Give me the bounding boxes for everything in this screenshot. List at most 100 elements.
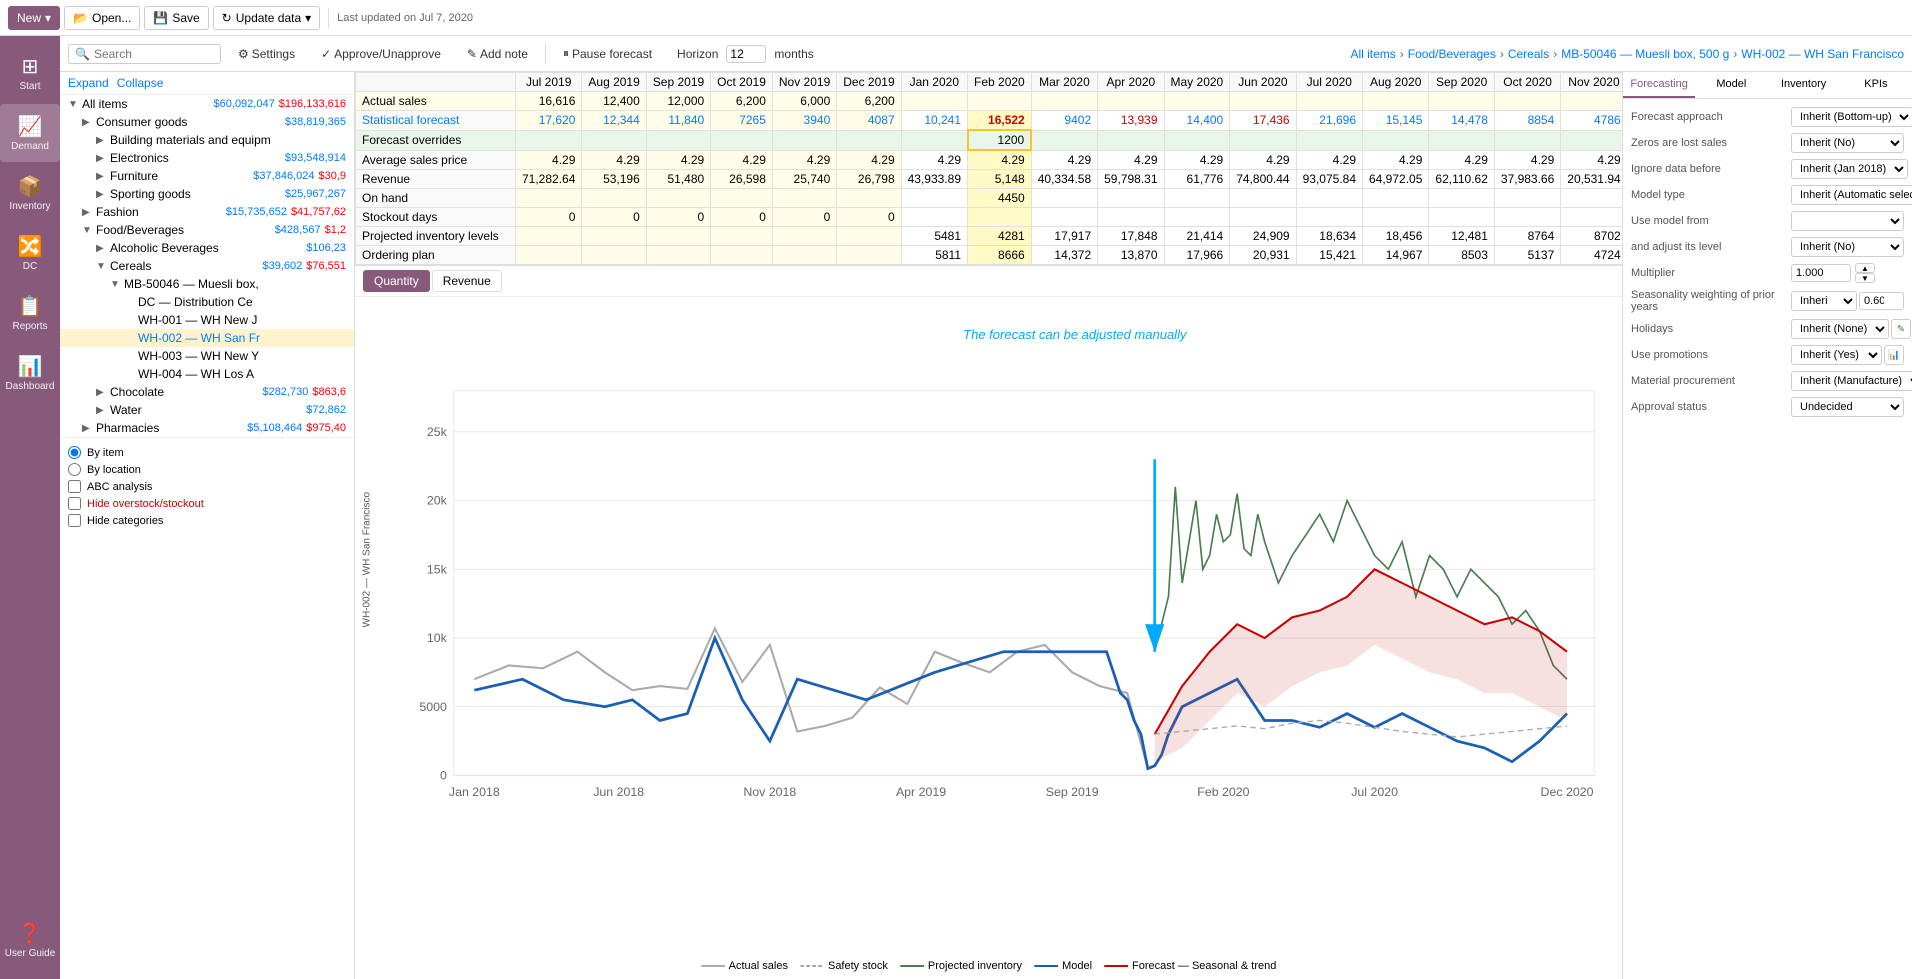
- multiplier-up-btn[interactable]: ▲: [1855, 263, 1875, 273]
- check-categories-input[interactable]: [68, 514, 81, 527]
- col-jul2019: Jul 2019: [516, 73, 582, 92]
- update-dropdown-icon[interactable]: ▾: [305, 11, 311, 25]
- radio-by-item-input[interactable]: [68, 446, 81, 459]
- tree-toggle-alcoholic[interactable]: ▶: [96, 243, 110, 254]
- tree-row-chocolate[interactable]: ▶ Chocolate $282,730 $863,6: [60, 383, 354, 401]
- chart-tab-quantity[interactable]: Quantity: [363, 270, 430, 292]
- tree-row-mb50046[interactable]: ▼ MB-50046 — Muesli box,: [60, 275, 354, 293]
- radio-by-location[interactable]: By location: [68, 463, 346, 476]
- field-zeros-label: Zeros are lost sales: [1631, 137, 1791, 149]
- update-data-button[interactable]: ↻ Update data ▾: [213, 6, 320, 30]
- tree-row-pharmacies[interactable]: ▶ Pharmacies $5,108,464 $975,40: [60, 419, 354, 437]
- breadcrumb-all-items[interactable]: All items: [1350, 47, 1395, 61]
- approval-select[interactable]: Undecided: [1791, 397, 1904, 417]
- sidebar-item-dc[interactable]: 🔀 DC: [0, 224, 60, 282]
- check-categories[interactable]: Hide categories: [68, 514, 346, 527]
- sidebar-item-dashboard[interactable]: 📊 Dashboard: [0, 344, 60, 402]
- sidebar-item-inventory[interactable]: 📦 Inventory: [0, 164, 60, 222]
- tree-row-fashion[interactable]: ▶ Fashion $15,735,652 $41,757,62: [60, 203, 354, 221]
- search-input[interactable]: [94, 47, 214, 61]
- tree-toggle-consumer[interactable]: ▶: [82, 117, 96, 128]
- dropdown-arrow-icon[interactable]: ▾: [45, 11, 51, 25]
- search-box[interactable]: 🔍: [68, 44, 221, 64]
- tree-toggle-water[interactable]: ▶: [96, 405, 110, 416]
- right-tab-inventory[interactable]: Inventory: [1768, 72, 1840, 98]
- tree-row-wh002[interactable]: WH-002 — WH San Fr: [60, 329, 354, 347]
- tree-toggle-building[interactable]: ▶: [96, 135, 110, 146]
- data-grid-wrap[interactable]: Jul 2019 Aug 2019 Sep 2019 Oct 2019 Nov …: [355, 72, 1622, 266]
- holidays-select[interactable]: Inherit (None): [1791, 319, 1889, 339]
- seasonality-select[interactable]: Inheri: [1791, 291, 1857, 311]
- tree-row-cereals[interactable]: ▼ Cereals $39,602 $76,551: [60, 257, 354, 275]
- tree-toggle-fashion[interactable]: ▶: [82, 207, 96, 218]
- tree-toggle-pharmacies[interactable]: ▶: [82, 423, 96, 434]
- breadcrumb-cereals[interactable]: Cereals: [1508, 47, 1549, 61]
- use-model-select[interactable]: [1791, 211, 1904, 231]
- approve-button[interactable]: ✓ Approve/Unapprove: [312, 43, 450, 65]
- sidebar-item-start[interactable]: ⊞ Start: [0, 44, 60, 102]
- field-holidays-control: Inherit (None) ✎: [1791, 319, 1911, 339]
- sidebar-item-user-guide[interactable]: ❓ User Guide: [1, 911, 60, 969]
- add-note-button[interactable]: ✎ Add note: [458, 43, 537, 65]
- field-holidays: Holidays Inherit (None) ✎: [1631, 319, 1904, 339]
- collapse-link[interactable]: Collapse: [117, 76, 164, 90]
- tree-row-alcoholic[interactable]: ▶ Alcoholic Beverages $106,23: [60, 239, 354, 257]
- save-button[interactable]: 💾 Save: [144, 6, 208, 30]
- tree-row-wh001[interactable]: WH-001 — WH New J: [60, 311, 354, 329]
- tree-row-wh003[interactable]: WH-003 — WH New Y: [60, 347, 354, 365]
- tree-toggle-chocolate[interactable]: ▶: [96, 387, 110, 398]
- zeros-select[interactable]: Inherit (No): [1791, 133, 1904, 153]
- tree-row-electronics[interactable]: ▶ Electronics $93,548,914: [60, 149, 354, 167]
- chart-tab-revenue[interactable]: Revenue: [432, 270, 502, 292]
- check-abc-input[interactable]: [68, 480, 81, 493]
- tree-toggle-mb50046[interactable]: ▼: [110, 279, 124, 290]
- radio-by-item[interactable]: By item: [68, 446, 346, 459]
- new-button[interactable]: New ▾: [8, 6, 60, 30]
- sidebar-item-reports[interactable]: 📋 Reports: [0, 284, 60, 342]
- right-tab-model[interactable]: Model: [1695, 72, 1767, 98]
- open-button[interactable]: 📂 Open...: [64, 6, 140, 30]
- tree-row-dc[interactable]: DC — Distribution Ce: [60, 293, 354, 311]
- legend-safety-label: Safety stock: [828, 960, 888, 972]
- tree-toggle-all[interactable]: ▼: [68, 99, 82, 110]
- tree-toggle-food[interactable]: ▼: [82, 225, 96, 236]
- sidebar-item-demand[interactable]: 📈 Demand: [0, 104, 60, 162]
- promotions-icon-btn[interactable]: 📊: [1884, 345, 1904, 365]
- expand-link[interactable]: Expand: [68, 76, 109, 90]
- breadcrumb-food[interactable]: Food/Beverages: [1408, 47, 1496, 61]
- tree-row-food[interactable]: ▼ Food/Beverages $428,567 $1,2: [60, 221, 354, 239]
- adjust-level-select[interactable]: Inherit (No): [1791, 237, 1904, 257]
- tree-toggle-sporting[interactable]: ▶: [96, 189, 110, 200]
- check-abc[interactable]: ABC analysis: [68, 480, 346, 493]
- breadcrumb-mb50046[interactable]: MB-50046 — Muesli box, 500 g: [1561, 47, 1729, 61]
- tree-row-building[interactable]: ▶ Building materials and equipm: [60, 131, 354, 149]
- override-feb-cell[interactable]: 1200: [968, 130, 1032, 150]
- tree-row-furniture[interactable]: ▶ Furniture $37,846,024 $30,9: [60, 167, 354, 185]
- breadcrumb-wh002[interactable]: WH-002 — WH San Francisco: [1741, 47, 1904, 61]
- forecast-approach-select[interactable]: Inherit (Bottom-up): [1791, 107, 1912, 127]
- settings-button[interactable]: ⚙ Settings: [229, 43, 304, 65]
- tree-row-water[interactable]: ▶ Water $72,862: [60, 401, 354, 419]
- tree-toggle-cereals[interactable]: ▼: [96, 261, 110, 272]
- promotions-select[interactable]: Inherit (Yes): [1791, 345, 1882, 365]
- check-overstock[interactable]: Hide overstock/stockout: [68, 497, 346, 510]
- tree-row-consumer[interactable]: ▶ Consumer goods $38,819,365: [60, 113, 354, 131]
- material-select[interactable]: Inherit (Manufacture): [1791, 371, 1912, 391]
- pause-forecast-button[interactable]: ⏸ Pause forecast: [554, 42, 661, 65]
- right-tab-forecasting[interactable]: Forecasting: [1623, 72, 1695, 98]
- tree-toggle-furniture[interactable]: ▶: [96, 171, 110, 182]
- seasonality-value-input[interactable]: [1859, 292, 1904, 310]
- multiplier-input[interactable]: [1791, 264, 1851, 282]
- right-tab-kpis[interactable]: KPIs: [1840, 72, 1912, 98]
- tree-row-sporting[interactable]: ▶ Sporting goods $25,967,267: [60, 185, 354, 203]
- radio-by-location-input[interactable]: [68, 463, 81, 476]
- check-overstock-input[interactable]: [68, 497, 81, 510]
- model-type-select[interactable]: Inherit (Automatic selection): [1791, 185, 1912, 205]
- ignore-data-select[interactable]: Inherit (Jan 2018): [1791, 159, 1908, 179]
- multiplier-down-btn[interactable]: ▼: [1855, 273, 1875, 283]
- holidays-edit-btn[interactable]: ✎: [1891, 319, 1911, 339]
- horizon-input[interactable]: [726, 45, 766, 63]
- tree-row-wh004[interactable]: WH-004 — WH Los A: [60, 365, 354, 383]
- tree-row-all[interactable]: ▼ All items $60,092,047 $196,133,616: [60, 95, 354, 113]
- tree-toggle-electronics[interactable]: ▶: [96, 153, 110, 164]
